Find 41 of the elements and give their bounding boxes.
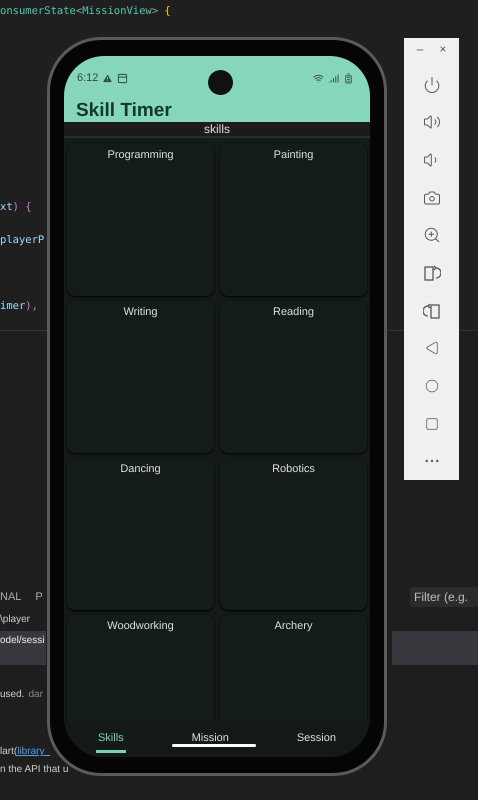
warning-icon <box>102 72 114 84</box>
code-line: onsumerState<MissionView> { <box>0 4 171 19</box>
skill-name: Writing <box>123 306 158 320</box>
skill-card[interactable]: Painting <box>220 144 367 296</box>
app-title: Skill Timer <box>76 100 172 122</box>
skill-name: Programming <box>107 149 174 163</box>
message-text: lart( <box>0 746 18 757</box>
window-button[interactable]: – <box>416 42 424 56</box>
nav-tab[interactable]: Session <box>294 725 338 753</box>
message-text: used. <box>0 689 24 700</box>
path-text: \player <box>0 613 30 627</box>
skill-name: Painting <box>274 149 314 163</box>
code-line: imer), <box>0 299 38 314</box>
skill-name: Reading <box>273 306 314 320</box>
battery-icon <box>343 72 354 84</box>
nav-tab[interactable]: Mission <box>190 725 231 753</box>
window-icon <box>117 72 128 84</box>
skill-name: Robotics <box>272 463 315 477</box>
code-line: playerP <box>0 233 44 248</box>
wifi-icon <box>313 72 324 84</box>
status-time: 6:12 <box>77 72 98 84</box>
panel-tab[interactable]: NAL <box>0 591 22 603</box>
skill-name: Woodworking <box>107 620 174 634</box>
message-text: n the API that u <box>0 764 68 775</box>
panel-tab[interactable]: P <box>35 591 43 603</box>
source-text: dar <box>28 689 43 700</box>
skill-card[interactable]: Robotics <box>220 458 367 610</box>
skill-name: Dancing <box>120 463 161 477</box>
nav-tab[interactable]: Skills <box>96 725 126 753</box>
header-text: skills <box>204 122 230 136</box>
skill-card[interactable]: Reading <box>220 301 367 453</box>
selected-row[interactable]: odel/sessi <box>0 631 46 665</box>
library-link[interactable]: library_ <box>17 746 50 757</box>
skill-card[interactable]: Writing <box>67 301 214 453</box>
skill-card[interactable]: Programming <box>67 144 214 296</box>
filter-field[interactable]: Filter (e.g. <box>410 587 478 607</box>
window-button[interactable]: × <box>439 42 446 56</box>
code-line: xt) { <box>0 200 32 215</box>
signal-icon <box>328 72 339 84</box>
skill-name: Archery <box>274 620 312 634</box>
skill-card[interactable]: Dancing <box>67 458 214 610</box>
